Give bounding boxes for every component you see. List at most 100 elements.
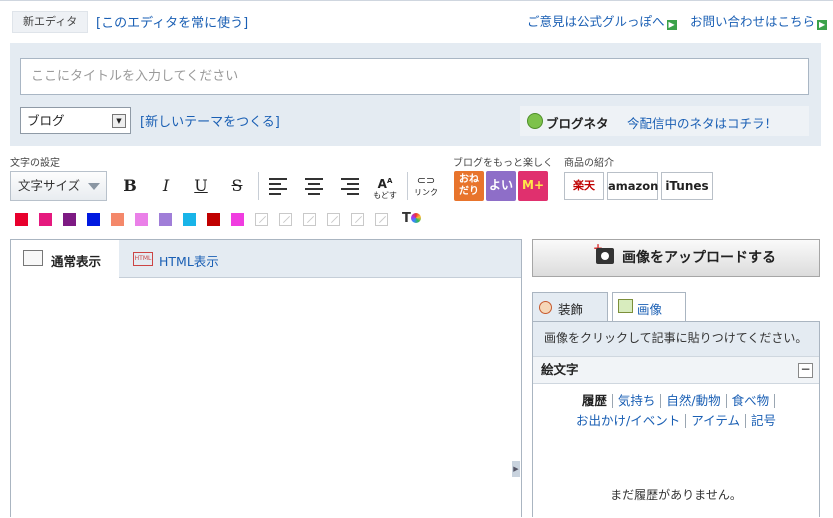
image-icon (618, 299, 633, 313)
pencil-note-icon (23, 250, 43, 266)
contact-link[interactable]: お問い合わせはこちら ▶ (690, 11, 828, 30)
color-swatch-empty[interactable] (279, 213, 292, 226)
title-input[interactable] (20, 58, 809, 95)
emoji-header: 絵文字 − (533, 356, 819, 384)
tab-html-view[interactable]: HTML HTML表示 (131, 240, 251, 278)
side-tabs: 装飾 画像 (532, 292, 820, 323)
align-right-button[interactable] (337, 174, 363, 198)
enjoy-blog-label: ブログをもっと楽しく (453, 158, 553, 169)
toolbar-divider (407, 172, 408, 200)
color-swatch[interactable] (15, 213, 28, 226)
emoji-category-symbols[interactable]: 記号 (746, 414, 781, 428)
align-center-icon (305, 178, 323, 198)
m-plus-button[interactable]: M+ (518, 171, 548, 201)
blog-neta-box: ブログネタ 今配信中のネタはコチラ！ (520, 106, 809, 136)
onedari-button[interactable]: おね だり (454, 171, 484, 201)
color-wheel-icon (410, 213, 421, 223)
empty-history-message: まだ履歴がありません。 (610, 488, 742, 502)
decoration-panel: 画像をクリックして記事に貼りつけてください。 絵文字 − 履歴 気持ち 自然/動物食… (532, 321, 820, 517)
color-swatch[interactable] (183, 213, 196, 226)
align-right-icon (341, 178, 359, 198)
underline-button[interactable]: U (188, 174, 214, 198)
products-label: 商品の紹介 (564, 158, 614, 169)
editor-tabs: 通常表示 HTML HTML表示 (11, 240, 521, 278)
color-swatch[interactable] (63, 213, 76, 226)
emoji-category-food[interactable]: 食べ物 (727, 394, 776, 408)
theme-select[interactable]: ブログ ▼ (20, 107, 131, 134)
arrow-right-icon: ▶ (666, 20, 677, 30)
tab-decoration-label: 装飾 (558, 302, 584, 317)
reset-format-button[interactable]: AA もどす (372, 174, 398, 200)
feedback-link[interactable]: ご意見は公式グルっぽへ ▶ (527, 11, 677, 30)
title-panel: ブログ ▼ [新しいテーマをつくる] ブログネタ 今配信中のネタはコチラ！ (10, 43, 821, 146)
font-size-select[interactable]: 文字サイズ (10, 171, 107, 201)
align-left-icon (269, 178, 287, 198)
tab-normal-view[interactable]: 通常表示 (11, 240, 119, 278)
neta-face-icon (527, 113, 543, 129)
align-center-button[interactable] (301, 174, 327, 198)
image-hint: 画像をクリックして記事に貼りつけてください。 (533, 322, 819, 356)
tab-html-label: HTML表示 (159, 254, 219, 269)
color-swatch-empty[interactable] (375, 213, 388, 226)
color-swatch[interactable] (207, 213, 220, 226)
arrow-right-icon: ▶ (817, 20, 828, 30)
emoji-header-label: 絵文字 (541, 362, 579, 377)
tab-decoration[interactable]: 装飾 (532, 292, 608, 323)
strikethrough-button[interactable]: S (224, 174, 250, 198)
bold-button[interactable]: B (117, 174, 143, 198)
chain-link-icon: ⊂⊃ (416, 174, 436, 187)
text-settings-label: 文字の設定 (10, 158, 60, 169)
font-size-label: 文字サイズ (18, 178, 81, 193)
font-reset-icon: AA (377, 177, 393, 191)
color-swatch[interactable] (111, 213, 124, 226)
color-swatch[interactable] (159, 213, 172, 226)
emoji-category-history[interactable]: 履歴 (577, 394, 613, 408)
editor-body[interactable] (11, 279, 521, 518)
smiley-icon (539, 301, 552, 314)
feedback-link-label: ご意見は公式グルっぽへ (527, 14, 665, 29)
color-swatch-empty[interactable] (351, 213, 364, 226)
color-swatch[interactable] (135, 213, 148, 226)
resize-handle-icon[interactable]: ▶ (512, 461, 520, 477)
tab-normal-label: 通常表示 (51, 254, 102, 269)
align-left-button[interactable] (265, 174, 291, 198)
tab-image[interactable]: 画像 (612, 292, 686, 322)
contact-link-label: お問い合わせはこちら (690, 14, 816, 29)
toolbar-divider (258, 172, 259, 200)
emoji-category-feelings[interactable]: 気持ち (613, 394, 662, 408)
color-swatch[interactable] (39, 213, 52, 226)
color-swatch[interactable] (87, 213, 100, 226)
amazon-button[interactable]: amazon (607, 172, 658, 200)
theme-select-value: ブログ (27, 113, 65, 128)
itunes-button[interactable]: iTunes (661, 172, 713, 200)
color-swatch-empty[interactable] (303, 213, 316, 226)
top-bar: 新エディタ [このエディタを常に使う] ご意見は公式グルっぽへ ▶ お問い合わせは… (0, 0, 833, 40)
emoji-category-nature[interactable]: 自然/動物 (661, 394, 727, 408)
link-label: リンク (414, 188, 438, 197)
emoji-category-items[interactable]: アイテム (686, 414, 746, 428)
yoi-button[interactable]: よい (486, 171, 516, 201)
color-swatch-empty[interactable] (327, 213, 340, 226)
emoji-category-outing[interactable]: お出かけ/イベント (571, 414, 687, 428)
collapse-button[interactable]: − (798, 363, 813, 378)
upload-image-button[interactable]: + 画像をアップロードする (532, 239, 820, 277)
color-swatch[interactable] (231, 213, 244, 226)
editor-panel: 通常表示 HTML HTML表示 ▶ (10, 239, 522, 518)
emoji-categories: 履歴 気持ち 自然/動物 食べ物 お出かけ/イベント アイテム 記号 (533, 391, 819, 431)
color-picker-button[interactable]: T (402, 211, 424, 229)
neta-label: ブログネタ (546, 116, 609, 131)
triangle-down-icon (88, 183, 100, 190)
reset-label: もどす (373, 191, 397, 200)
italic-button[interactable]: I (153, 174, 179, 198)
upload-image-label: 画像をアップロードする (622, 250, 776, 266)
editor-tag: 新エディタ (12, 11, 89, 33)
tab-image-label: 画像 (637, 302, 663, 317)
chevron-down-icon[interactable]: ▼ (112, 114, 126, 128)
color-swatch-empty[interactable] (255, 213, 268, 226)
new-theme-link[interactable]: [新しいテーマをつくる] (140, 111, 280, 130)
camera-icon (596, 248, 614, 264)
always-use-editor-link[interactable]: [このエディタを常に使う] (96, 12, 248, 31)
rakuten-button[interactable]: 楽天 (564, 172, 604, 200)
neta-link[interactable]: 今配信中のネタはコチラ！ (627, 113, 777, 132)
link-button[interactable]: ⊂⊃ リンク (413, 174, 439, 198)
